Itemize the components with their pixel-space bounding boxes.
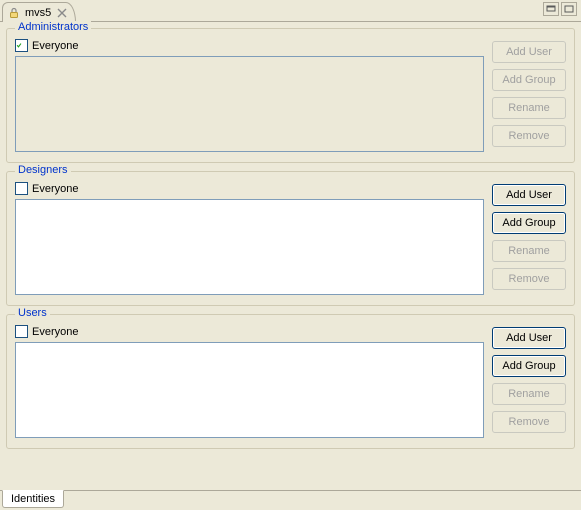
group-users: Users Everyone Add User Add Group Rename… — [6, 314, 575, 449]
everyone-checkbox-users[interactable] — [15, 325, 28, 338]
editor-tab-bar: mvs5 — [0, 0, 581, 22]
close-icon[interactable] — [55, 6, 69, 20]
everyone-checkbox-administrators[interactable] — [15, 39, 28, 52]
listbox-designers[interactable] — [15, 199, 484, 295]
listbox-users[interactable] — [15, 342, 484, 438]
everyone-label-users: Everyone — [32, 326, 78, 338]
rename-button-designers[interactable]: Rename — [492, 240, 566, 262]
everyone-label-administrators: Everyone — [32, 40, 78, 52]
group-legend-users: Users — [15, 307, 50, 319]
remove-button-users[interactable]: Remove — [492, 411, 566, 433]
view-controls — [543, 2, 577, 16]
remove-button-designers[interactable]: Remove — [492, 268, 566, 290]
bottom-tab-bar: Identities — [0, 490, 581, 510]
group-legend-administrators: Administrators — [15, 21, 91, 33]
editor-tab-title: mvs5 — [25, 7, 51, 19]
maximize-view-icon[interactable] — [561, 2, 577, 16]
group-administrators: Administrators Everyone Add User Add Gro… — [6, 28, 575, 163]
group-designers: Designers Everyone Add User Add Group Re… — [6, 171, 575, 306]
rename-button-users[interactable]: Rename — [492, 383, 566, 405]
rename-button-administrators[interactable]: Rename — [492, 97, 566, 119]
everyone-checkbox-designers[interactable] — [15, 182, 28, 195]
add-group-button-designers[interactable]: Add Group — [492, 212, 566, 234]
add-user-button-designers[interactable]: Add User — [492, 184, 566, 206]
tab-identities[interactable]: Identities — [2, 490, 64, 508]
editor-tab-mvs5[interactable]: mvs5 — [2, 2, 76, 22]
add-user-button-administrators[interactable]: Add User — [492, 41, 566, 63]
group-legend-designers: Designers — [15, 164, 71, 176]
add-group-button-administrators[interactable]: Add Group — [492, 69, 566, 91]
add-group-button-users[interactable]: Add Group — [492, 355, 566, 377]
listbox-administrators[interactable] — [15, 56, 484, 152]
minimize-view-icon[interactable] — [543, 2, 559, 16]
add-user-button-users[interactable]: Add User — [492, 327, 566, 349]
everyone-label-designers: Everyone — [32, 183, 78, 195]
remove-button-administrators[interactable]: Remove — [492, 125, 566, 147]
editor-content: Administrators Everyone Add User Add Gro… — [0, 22, 581, 459]
lock-icon — [7, 6, 21, 20]
